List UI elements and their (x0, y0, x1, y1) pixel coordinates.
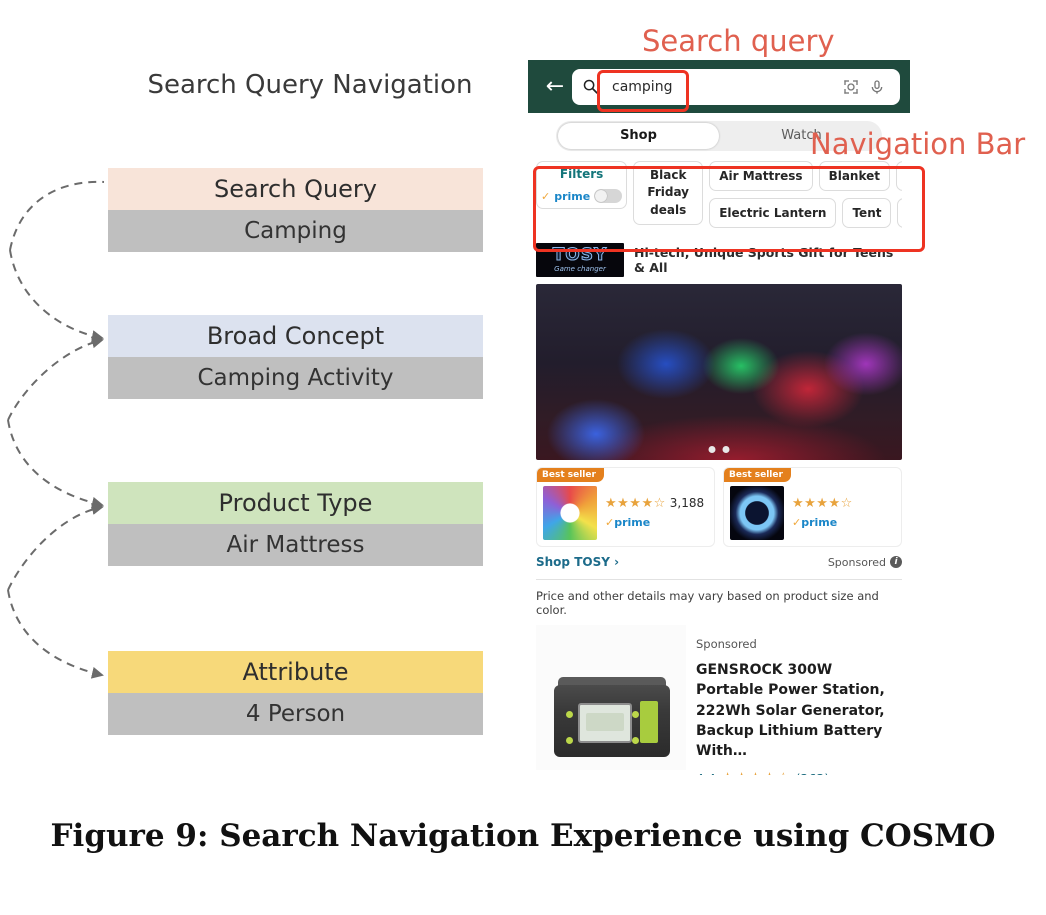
annotation-search-query: Search query (642, 24, 835, 58)
annotation-navigation-bar: Navigation Bar (810, 127, 1026, 161)
sponsored-brand-banner[interactable]: TOSY Game changer Hi-tech, Unique Sports… (536, 243, 902, 277)
filter-chips: Air Mattress Blanket Chair Electric Lant… (709, 161, 902, 235)
check-icon: ✓ (605, 516, 615, 529)
display-inner (586, 713, 624, 731)
status-badge: Best seller (537, 468, 604, 482)
led-indicator (632, 711, 639, 718)
product-card[interactable]: Best seller ★★★★☆ ✓prime (723, 467, 902, 547)
camera-lens-icon[interactable] (838, 79, 864, 95)
microphone-icon[interactable] (864, 79, 890, 95)
sponsored-text: Sponsored (827, 555, 886, 569)
concept-card-broad-concept[interactable]: Broad Concept Camping Activity (108, 315, 483, 399)
search-query-text: camping (612, 78, 673, 95)
rating-value: 4.4 (696, 771, 716, 775)
rating-count: 3,188 (669, 496, 705, 510)
carousel-dot[interactable] (722, 446, 730, 453)
concept-card-value: Camping Activity (108, 357, 483, 399)
product-thumbnail (543, 486, 597, 540)
star-rating-icon: ★★★★☆ (792, 496, 853, 511)
chip-tent[interactable]: Tent (842, 198, 892, 228)
search-header-bar: ← camping (528, 60, 910, 113)
prime-badge: ✓prime (792, 511, 837, 530)
led-indicator (566, 711, 573, 718)
chip-blanket[interactable]: Blanket (818, 161, 891, 191)
listing-title[interactable]: GENSROCK 300W Portable Power Station, 22… (696, 660, 902, 761)
tab-shop[interactable]: Shop (558, 123, 719, 149)
concept-card-product-type[interactable]: Product Type Air Mattress (108, 482, 483, 566)
chip-chair[interactable]: Chair (896, 161, 902, 191)
chip-camping[interactable]: Campi (897, 198, 902, 228)
chip-row-1: Air Mattress Blanket Chair (709, 161, 902, 191)
tosy-logo: TOSY Game changer (536, 243, 624, 277)
concept-card-header: Product Type (108, 482, 483, 524)
info-icon[interactable]: i (890, 556, 902, 568)
star-rating-icon: ★★★★☆ (605, 496, 666, 511)
prime-badge: ✓prime (605, 511, 650, 530)
chip-air-mattress[interactable]: Air Mattress (709, 161, 813, 191)
review-count: (263) (796, 771, 830, 775)
banner-headline: Hi-tech, Unique Sports Gift for Teens & … (634, 245, 894, 275)
toggle-switch-icon[interactable] (594, 189, 623, 203)
chip-black-friday-deals[interactable]: Black Friday deals (633, 161, 704, 226)
shop-tosy-link[interactable]: Shop TOSY › (536, 555, 619, 569)
led-indicator (632, 737, 639, 744)
carousel-dot[interactable] (708, 446, 716, 453)
figure-caption: Figure 9: Search Navigation Experience u… (50, 818, 996, 854)
navigation-filter-bar: Filters ✓ prime Black Friday deals Air M… (536, 161, 902, 235)
concept-card-value: Air Mattress (108, 524, 483, 566)
sponsored-product-cards: Best seller ★★★★☆ 3,188 ✓prime Best selle… (536, 467, 902, 547)
check-icon: ✓ (541, 189, 551, 203)
concept-card-header: Broad Concept (108, 315, 483, 357)
banner-footer: Shop TOSY › Sponsored i (536, 555, 902, 569)
sponsored-label: Sponsored (696, 637, 757, 651)
chip-row-2: Electric Lantern Tent Campi (709, 198, 902, 228)
prime-label: prime (614, 516, 651, 529)
filters-label: Filters (559, 167, 604, 181)
product-card[interactable]: Best seller ★★★★☆ 3,188 ✓prime (536, 467, 715, 547)
prime-label: prime (554, 189, 591, 203)
product-info: ★★★★☆ ✓prime (784, 474, 895, 540)
concept-card-search-query[interactable]: Search Query Camping (108, 168, 483, 252)
star-rating-icon: ★★★★☆ (721, 769, 791, 775)
search-icon (582, 78, 602, 95)
divider (536, 579, 902, 580)
product-listing-row[interactable]: Sponsored GENSROCK 300W Portable Power S… (536, 625, 902, 775)
power-station-display (578, 703, 632, 743)
prime-label: prime (801, 516, 838, 529)
listing-thumbnail[interactable] (536, 625, 686, 770)
filters-button[interactable]: Filters ✓ prime (536, 161, 628, 209)
concept-card-value: Camping (108, 210, 483, 252)
tosy-tagline: Game changer (554, 265, 606, 273)
check-icon: ✓ (792, 516, 802, 529)
led-indicator (566, 737, 573, 744)
phone-screenshot: ← camping Shop Watch Filters ✓ prime Bla… (528, 60, 910, 775)
prime-toggle[interactable]: ✓ prime (541, 189, 623, 203)
chip-electric-lantern[interactable]: Electric Lantern (709, 198, 837, 228)
price-disclaimer: Price and other details may vary based o… (536, 589, 879, 617)
power-station-vent (640, 701, 658, 743)
status-badge: Best seller (724, 468, 791, 482)
concept-card-header: Attribute (108, 651, 483, 693)
hero-image[interactable] (536, 284, 902, 460)
tosy-wordmark: TOSY (552, 245, 608, 265)
carousel-dots[interactable] (708, 446, 730, 453)
product-info: ★★★★☆ 3,188 ✓prime (597, 474, 708, 540)
listing-rating[interactable]: 4.4 ★★★★☆ (263) (696, 769, 902, 775)
page-title: Search Query Navigation (147, 70, 473, 100)
listing-info: Sponsored GENSROCK 300W Portable Power S… (696, 625, 902, 775)
concept-card-value: 4 Person (108, 693, 483, 735)
back-arrow-icon[interactable]: ← (538, 74, 572, 99)
concept-card-attribute[interactable]: Attribute 4 Person (108, 651, 483, 735)
product-thumbnail (730, 486, 784, 540)
search-input[interactable]: camping (572, 68, 900, 105)
sponsored-label: Sponsored i (828, 556, 902, 569)
concept-card-header: Search Query (108, 168, 483, 210)
